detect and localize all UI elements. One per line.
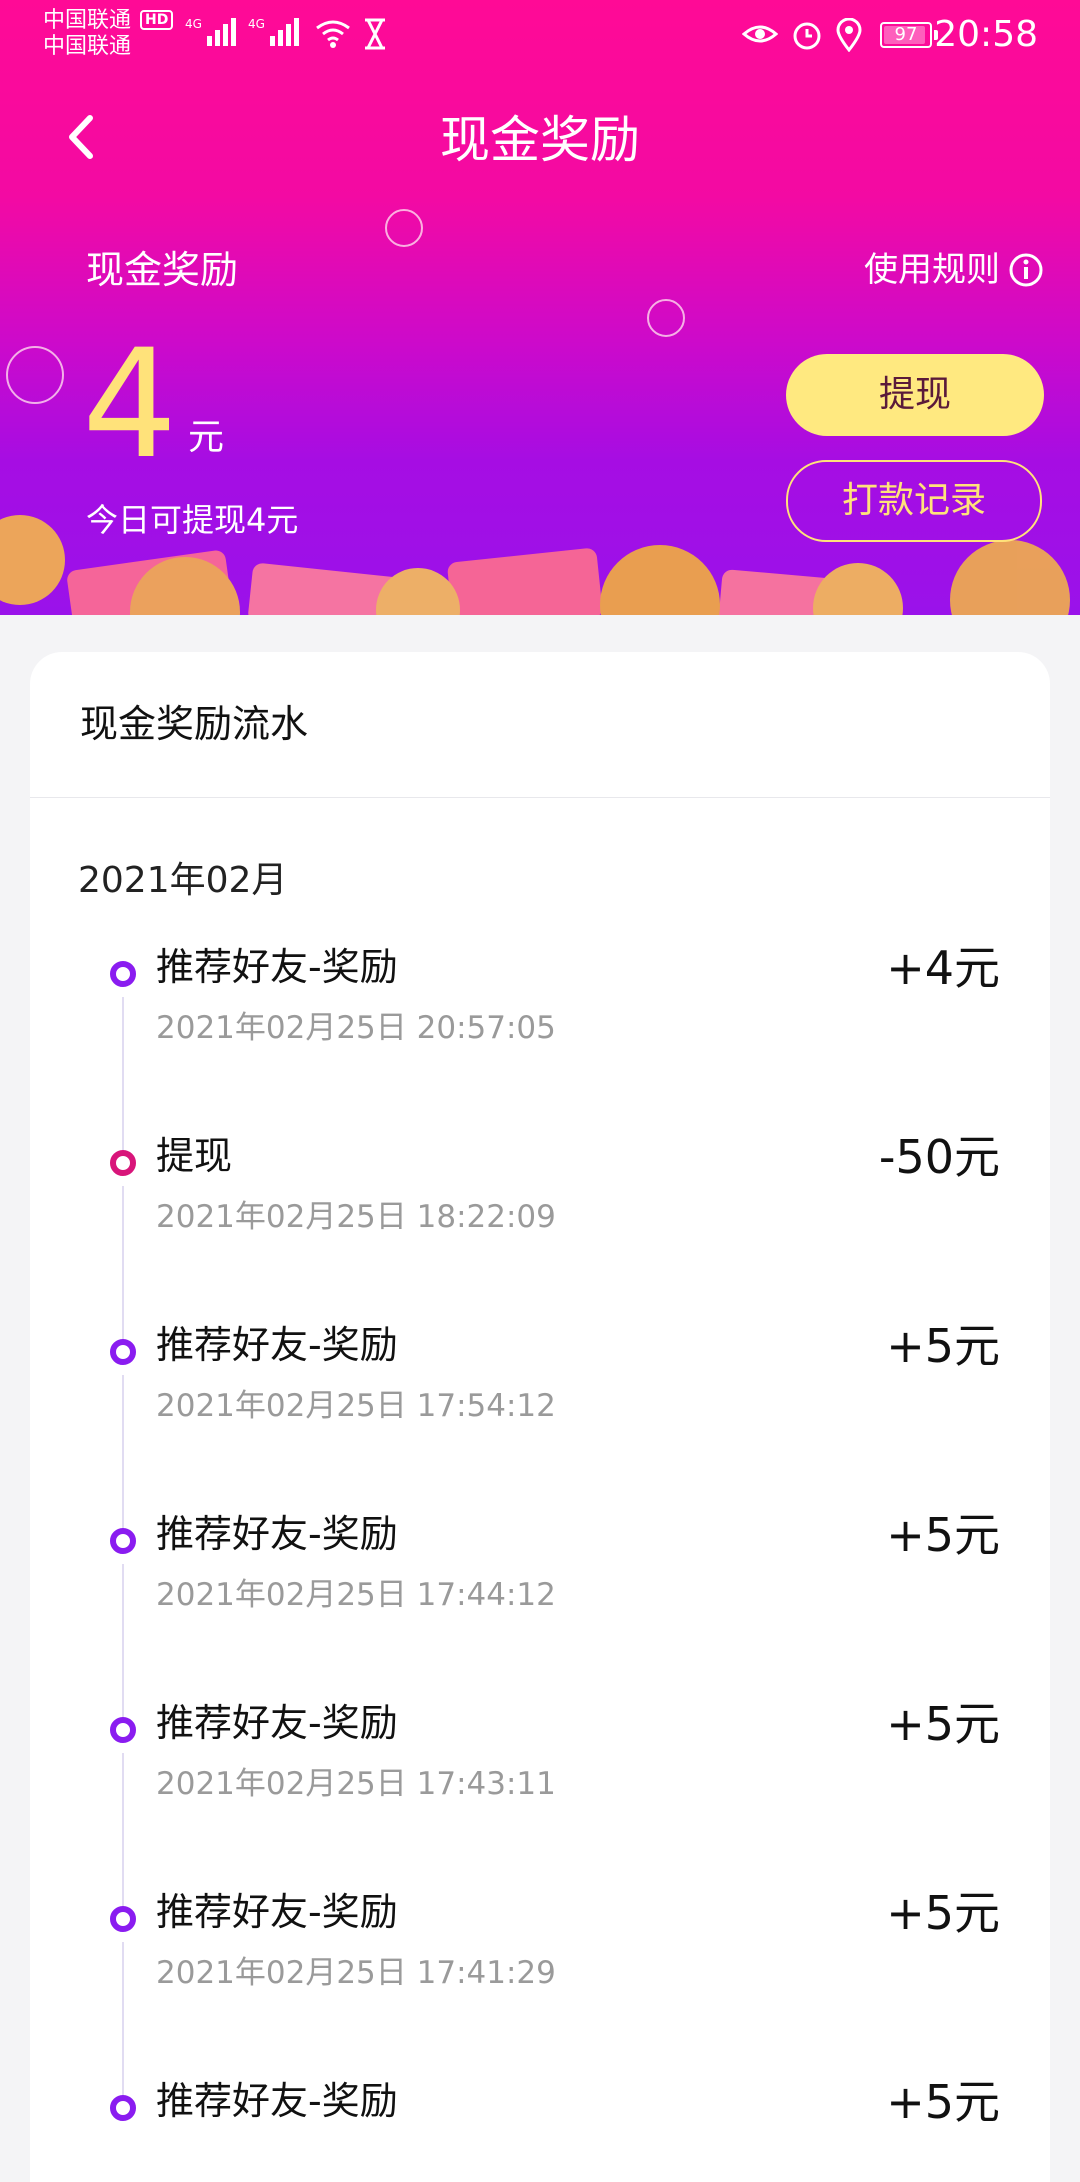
item-title: 提现 bbox=[156, 1134, 233, 1178]
gold-coin bbox=[376, 568, 460, 615]
gold-coin bbox=[813, 563, 903, 615]
item-amount: +5元 bbox=[886, 1697, 1000, 1751]
firework bbox=[385, 209, 423, 247]
flow-title: 现金奖励流水 bbox=[80, 702, 309, 746]
withdraw-button[interactable]: 提现 bbox=[786, 354, 1044, 436]
signal-icon: 4G bbox=[248, 17, 299, 46]
gold-coin bbox=[950, 540, 1070, 615]
carrier-1: 中国联通 bbox=[43, 8, 132, 33]
timeline-dot bbox=[110, 1339, 136, 1365]
red-envelope bbox=[447, 548, 603, 615]
item-title: 推荐好友-奖励 bbox=[156, 2079, 398, 2123]
battery-level: 97 bbox=[894, 24, 918, 45]
rules-label: 使用规则 bbox=[864, 250, 1000, 290]
item-time: 2021年02月25日 17:41:29 bbox=[156, 1955, 556, 1991]
item-title: 推荐好友-奖励 bbox=[156, 1512, 398, 1556]
reward-unit: 元 bbox=[188, 417, 225, 458]
timeline-connector bbox=[122, 1375, 124, 1534]
item-amount: +5元 bbox=[886, 2075, 1000, 2129]
timeline-dot bbox=[110, 2095, 136, 2121]
firework bbox=[647, 299, 685, 337]
item-title: 推荐好友-奖励 bbox=[156, 1323, 398, 1367]
info-icon bbox=[1009, 253, 1043, 287]
timeline-connector bbox=[122, 1186, 124, 1345]
timeline-dot bbox=[110, 1717, 136, 1743]
status-time: 20:58 bbox=[934, 14, 1038, 55]
battery-icon: 97 bbox=[880, 22, 932, 48]
gold-coin bbox=[600, 545, 720, 615]
timeline-dot bbox=[110, 1906, 136, 1932]
carrier-labels: 中国联通 中国联通 bbox=[43, 8, 131, 60]
hero-banner: 中国联通 中国联通 HD 4G 4G 97 20:58 现金奖励 现金奖励 使用… bbox=[0, 0, 1080, 615]
reward-amount: 4 bbox=[82, 318, 178, 492]
item-title: 推荐好友-奖励 bbox=[156, 945, 398, 989]
item-amount: +5元 bbox=[886, 1508, 1000, 1562]
item-time: 2021年02月25日 17:44:12 bbox=[156, 1577, 556, 1613]
eye-icon bbox=[742, 25, 778, 43]
month-header: 2021年02月 bbox=[78, 860, 288, 901]
hourglass-icon bbox=[365, 18, 385, 50]
item-amount: -50元 bbox=[878, 1130, 1000, 1184]
rules-link[interactable]: 使用规则 bbox=[864, 247, 1044, 293]
timeline-connector bbox=[122, 1753, 124, 1912]
timeline-dot bbox=[110, 961, 136, 987]
signal-icon: 4G bbox=[185, 17, 236, 46]
item-time: 2021年02月25日 17:54:12 bbox=[156, 1388, 556, 1424]
status-bar: 中国联通 中国联通 HD 4G 4G 97 20:58 bbox=[0, 0, 1080, 72]
reward-label: 现金奖励 bbox=[86, 248, 239, 292]
hd-badge: HD bbox=[140, 10, 174, 30]
svg-text:4G: 4G bbox=[185, 17, 202, 31]
timeline-dot bbox=[110, 1528, 136, 1554]
svg-text:4G: 4G bbox=[248, 17, 265, 31]
item-amount: +5元 bbox=[886, 1886, 1000, 1940]
item-title: 推荐好友-奖励 bbox=[156, 1701, 398, 1745]
timeline-dot bbox=[110, 1150, 136, 1176]
item-time: 2021年02月25日 20:57:05 bbox=[156, 1010, 556, 1046]
item-time: 2021年02月25日 18:22:09 bbox=[156, 1199, 556, 1235]
timeline-connector bbox=[122, 1564, 124, 1723]
item-title: 推荐好友-奖励 bbox=[156, 1890, 398, 1934]
location-icon bbox=[836, 18, 862, 52]
divider bbox=[30, 797, 1050, 798]
gold-coin bbox=[0, 515, 65, 605]
payment-records-button[interactable]: 打款记录 bbox=[786, 460, 1042, 542]
item-amount: +5元 bbox=[886, 1319, 1000, 1373]
today-withdrawable: 今日可提现4元 bbox=[86, 501, 299, 539]
flow-card: 现金奖励流水 2021年02月 推荐好友-奖励 2021年02月25日 20:57… bbox=[30, 652, 1050, 2182]
wifi-icon bbox=[316, 20, 350, 48]
timeline-connector bbox=[122, 1942, 124, 2101]
firework bbox=[6, 346, 64, 404]
item-time: 2021年02月25日 17:43:11 bbox=[156, 1766, 556, 1802]
timeline-connector bbox=[122, 997, 124, 1156]
item-amount: +4元 bbox=[886, 941, 1000, 995]
page-title: 现金奖励 bbox=[440, 111, 640, 169]
alarm-icon bbox=[793, 22, 821, 50]
carrier-2: 中国联通 bbox=[43, 34, 132, 59]
